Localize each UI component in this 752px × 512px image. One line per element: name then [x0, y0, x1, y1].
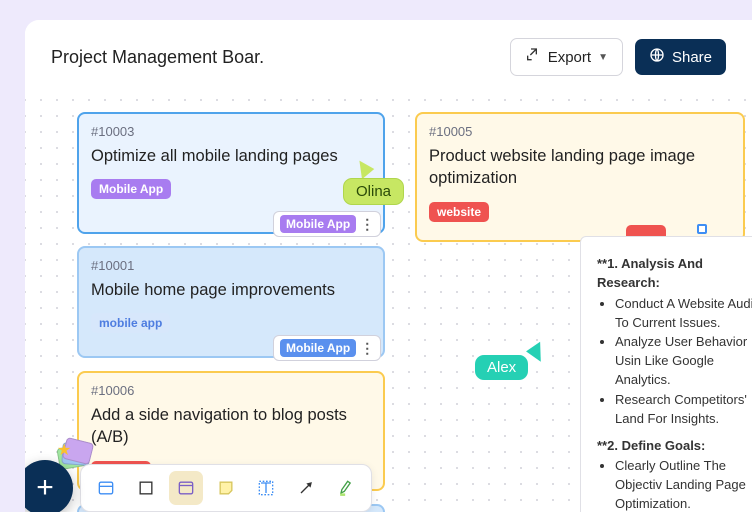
tool-highlighter[interactable] [329, 471, 363, 505]
tag-website: website [429, 202, 489, 222]
card-headline: Optimize all mobile landing pages [91, 145, 371, 167]
tool-toolbar [80, 464, 372, 512]
export-icon [525, 47, 541, 67]
presence-olina: Olina [343, 178, 404, 205]
share-button[interactable]: Share [635, 39, 726, 75]
more-icon[interactable]: ⋮ [360, 343, 374, 353]
more-icon[interactable]: ⋮ [360, 219, 374, 229]
list-item: Research Competitors' Land For Insights. [615, 391, 752, 429]
share-label: Share [672, 49, 712, 66]
card-id: #10003 [91, 124, 371, 139]
notes-section-title: **1. Analysis And Research: [597, 255, 752, 293]
tool-text[interactable] [249, 471, 283, 505]
header-bar: Project Management Boar. Export ▼ Share [25, 20, 752, 86]
tool-rectangle[interactable] [129, 471, 163, 505]
card-chip[interactable]: Mobile App ⋮ [273, 211, 381, 237]
list-item: Clearly Outline The Objectiv Landing Pag… [615, 457, 752, 512]
card-id: #10006 [91, 383, 371, 398]
tool-connector[interactable] [289, 471, 323, 505]
globe-icon [649, 47, 665, 67]
list-item: Analyze User Behavior Usin Like Google A… [615, 333, 752, 390]
tool-sticky[interactable] [209, 471, 243, 505]
card-id: #10001 [91, 258, 371, 273]
card-chip[interactable]: Mobile App ⋮ [273, 335, 381, 361]
presence-label: Alex [487, 359, 516, 376]
chip-label: Mobile App [280, 215, 356, 233]
presence-label: Olina [356, 183, 391, 200]
notes-list-2: Clearly Outline The Objectiv Landing Pag… [597, 457, 752, 512]
card-headline: Product website landing page image optim… [429, 145, 731, 190]
resize-handle[interactable] [697, 224, 707, 234]
notes-section-title: **2. Define Goals: [597, 437, 752, 456]
tag-mobile-app: mobile app [91, 313, 170, 333]
chip-label: Mobile App [280, 339, 356, 357]
cursor-alex-icon [526, 338, 550, 361]
chevron-down-icon: ▼ [598, 52, 608, 63]
notes-panel[interactable]: **1. Analysis And Research: Conduct A We… [580, 236, 752, 512]
card-10005[interactable]: #10005 Product website landing page imag… [415, 112, 745, 242]
card-id: #10005 [429, 124, 731, 139]
plus-icon: + [36, 471, 54, 505]
board-canvas[interactable]: Project Management Boar. Export ▼ Share … [25, 20, 752, 512]
card-headline: Mobile home page improvements [91, 279, 371, 301]
tool-card[interactable] [89, 471, 123, 505]
tag-mobile-app: Mobile App [91, 179, 171, 199]
notes-list-1: Conduct A Website Audit To Current Issue… [597, 295, 752, 429]
page-title: Project Management Boar. [51, 47, 264, 68]
export-label: Export [548, 49, 591, 66]
export-button[interactable]: Export ▼ [510, 38, 623, 76]
star-badge-icon: ★ [57, 440, 71, 460]
card-headline: Add a side navigation to blog posts (A/B… [91, 404, 371, 449]
list-item: Conduct A Website Audit To Current Issue… [615, 295, 752, 333]
tool-stamp[interactable] [169, 471, 203, 505]
presence-alex: Alex [475, 355, 528, 380]
